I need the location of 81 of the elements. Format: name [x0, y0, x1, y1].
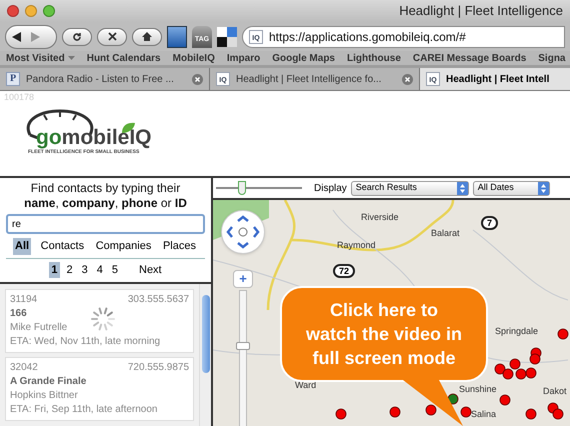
- scrollbar[interactable]: [199, 284, 211, 426]
- page-link[interactable]: 5: [110, 262, 120, 278]
- bookmark-link[interactable]: Lighthouse: [347, 51, 401, 66]
- logo-wordmark: gomobileIQ: [36, 127, 152, 149]
- stop-button[interactable]: [97, 28, 127, 46]
- company-name: 166: [10, 307, 27, 321]
- grid-icon[interactable]: [217, 26, 237, 47]
- town-label: Springdale: [495, 326, 538, 337]
- pan-arrows-icon: [226, 215, 260, 249]
- callout-text: Click here to watch the video in full screen mode: [304, 299, 464, 370]
- back-forward-button[interactable]: [5, 24, 57, 49]
- time-slider[interactable]: [216, 181, 302, 195]
- filter-tab[interactable]: Contacts: [38, 238, 86, 254]
- map[interactable]: Riverside Balarat 7 Raymond 72 Springdale Ward Sunshine Salina Dakot + Click here to watch the video in full screen mode: [213, 200, 570, 426]
- town-label: Balarat: [431, 228, 460, 239]
- page-link[interactable]: 2: [64, 262, 75, 278]
- close-icon: [108, 32, 116, 42]
- bookmark-link[interactable]: Google Maps: [272, 51, 335, 66]
- route-shield: 7: [481, 216, 498, 230]
- reload-button[interactable]: [62, 28, 92, 46]
- dropdown-icon[interactable]: [68, 56, 75, 60]
- page-link[interactable]: 1: [49, 262, 60, 278]
- display-select[interactable]: Search Results: [350, 180, 469, 196]
- contact-name: Hopkins Bittner: [10, 389, 78, 403]
- scroll-thumb[interactable]: [202, 295, 210, 373]
- bookmark-link[interactable]: Hunt Calendars: [86, 51, 161, 66]
- bookmark-link[interactable]: CAREI Message Boards: [412, 51, 526, 66]
- bookmark-link[interactable]: Signa: [538, 51, 566, 66]
- browser-tab[interactable]: P Pandora Radio - Listen to Free ...: [0, 68, 210, 90]
- town-label: Sunshine: [459, 384, 497, 395]
- bookmark-link[interactable]: Most Visited: [6, 51, 65, 66]
- filter-tab[interactable]: Places: [160, 238, 198, 254]
- contact-phone: 720.555.9875: [128, 361, 189, 375]
- page-link[interactable]: 3: [80, 262, 90, 278]
- zoom-track[interactable]: [239, 290, 247, 426]
- tab-title: Headlight | Fleet Intelligence fo...: [236, 72, 382, 87]
- contact-id: 32042: [10, 361, 38, 375]
- slider-thumb[interactable]: [238, 181, 246, 195]
- next-link[interactable]: Next: [139, 262, 162, 278]
- zoom-icon[interactable]: [43, 4, 55, 17]
- tab-title: Pandora Radio - Listen to Free ...: [26, 72, 174, 87]
- result-card[interactable]: 31194 303.555.5637 166 Mike Futrelle ETA: Wed, Nov 11th, late morning: [5, 289, 194, 353]
- zoom-in-button[interactable]: +: [233, 270, 253, 288]
- tab-title: Headlight | Fleet Intell: [446, 72, 550, 87]
- reload-icon: [72, 32, 82, 42]
- close-icon[interactable]: [7, 4, 19, 17]
- bookmark-link[interactable]: Imparo: [226, 51, 260, 66]
- town-label: Riverside: [361, 212, 399, 223]
- pan-control[interactable]: [221, 210, 265, 254]
- close-tab-icon[interactable]: [402, 74, 413, 85]
- town-label: Dakot: [543, 386, 567, 397]
- window-title: Headlight | Fleet Intelligence: [399, 2, 563, 20]
- town-label: Raymond: [337, 240, 376, 251]
- company-name: A Grande Finale: [10, 375, 86, 389]
- search-hint: Find contacts by typing their name, company, phone or ID: [23, 181, 188, 211]
- home-icon: [142, 32, 152, 42]
- eta-text: ETA: Fri, Sep 11th, late afternoon: [10, 403, 158, 417]
- bookmark-icon[interactable]: [167, 26, 187, 48]
- close-tab-icon[interactable]: [192, 74, 203, 85]
- filter-tab[interactable]: Companies: [94, 238, 154, 254]
- contact-name: Mike Futrelle: [10, 321, 68, 335]
- bookmark-link[interactable]: MobileIQ: [172, 51, 215, 66]
- forward-arrow-icon: [31, 32, 40, 42]
- town-label: Ward: [295, 380, 316, 391]
- town-label: Salina: [471, 409, 496, 420]
- favicon: P: [6, 72, 20, 86]
- contact-phone: 303.555.5637: [128, 293, 189, 307]
- route-shield: 72: [333, 264, 356, 278]
- search-field[interactable]: re: [6, 214, 205, 234]
- dates-select[interactable]: All Dates: [472, 180, 550, 196]
- filter-tab[interactable]: All: [13, 238, 32, 254]
- eta-text: ETA: Wed, Nov 11th, late morning: [10, 335, 160, 349]
- select-arrows-icon: [456, 182, 468, 194]
- select-arrows-icon: [538, 182, 549, 194]
- display-label: Display: [314, 182, 347, 196]
- back-arrow-icon: [12, 32, 21, 42]
- home-button[interactable]: [132, 28, 162, 46]
- page-link[interactable]: 4: [94, 262, 105, 278]
- contact-id: 31194: [10, 293, 38, 307]
- result-card[interactable]: 32042 720.555.9875 A Grande Finale Hopkins Bittner ETA: Fri, Sep 11th, late afternoon: [5, 357, 194, 421]
- zoom-slider-thumb[interactable]: [236, 342, 250, 350]
